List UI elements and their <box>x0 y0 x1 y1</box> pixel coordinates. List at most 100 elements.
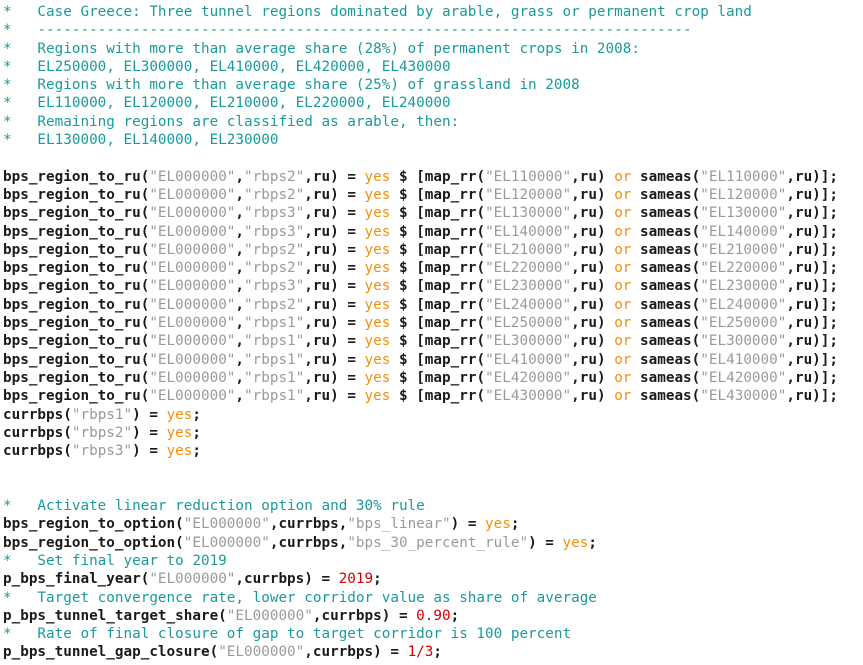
code-line[interactable]: * Remaining regions are classified as ar… <box>3 113 863 131</box>
code-line[interactable]: * EL250000, EL300000, EL410000, EL420000… <box>3 58 863 76</box>
token-ident: , <box>235 168 245 185</box>
token-ident: bps_region_to_ru( <box>3 223 150 240</box>
code-line[interactable]: bps_region_to_ru("EL000000","rbps2",ru) … <box>3 241 863 259</box>
token-ident: , <box>235 205 245 222</box>
token-ident: ; <box>588 534 597 551</box>
token-keyword: yes <box>364 241 391 258</box>
token-ident: sameas( <box>631 223 701 240</box>
token-ident: ,ru) <box>571 333 615 350</box>
code-line[interactable]: bps_region_to_ru("EL000000","rbps3",ru) … <box>3 223 863 241</box>
token-string: "EL000000" <box>183 534 270 551</box>
code-line[interactable]: currbps("rbps2") = yes; <box>3 424 863 442</box>
code-line[interactable]: bps_region_to_ru("EL000000","rbps3",ru) … <box>3 277 863 295</box>
code-line[interactable]: * Regions with more than average share (… <box>3 40 863 58</box>
token-ident: bps_region_to_ru( <box>3 168 150 185</box>
token-keyword: yes <box>166 406 193 423</box>
code-line[interactable]: bps_region_to_option("EL000000",currbps,… <box>3 534 863 552</box>
token-ident: ,ru) = <box>304 351 365 368</box>
token-ident: $ [map_rr( <box>390 278 486 295</box>
token-string: "EL000000" <box>218 644 305 661</box>
token-string: "EL420000" <box>700 369 787 386</box>
token-string: "EL000000" <box>149 571 236 588</box>
token-ident: $ [map_rr( <box>390 168 486 185</box>
token-ident: ,ru)]; <box>786 168 839 185</box>
code-line[interactable]: * EL110000, EL120000, EL210000, EL220000… <box>3 94 863 112</box>
token-keyword: yes <box>364 223 391 240</box>
code-line[interactable]: currbps("rbps1") = yes; <box>3 406 863 424</box>
code-line[interactable]: bps_region_to_ru("EL000000","rbps2",ru) … <box>3 259 863 277</box>
token-string: "EL130000" <box>700 205 787 222</box>
token-string: "EL430000" <box>485 388 572 405</box>
token-string: "EL000000" <box>149 168 236 185</box>
token-keyword: yes <box>364 168 391 185</box>
code-line-blank[interactable] <box>3 479 863 497</box>
code-line[interactable]: bps_region_to_ru("EL000000","rbps1",ru) … <box>3 387 863 405</box>
code-line[interactable]: p_bps_tunnel_target_share("EL000000",cur… <box>3 607 863 625</box>
code-editor-view[interactable]: * Case Greece: Three tunnel regions domi… <box>0 0 863 665</box>
token-keyword: yes <box>166 443 193 460</box>
token-keyword: yes <box>364 278 391 295</box>
code-line[interactable]: * Set final year to 2019 <box>3 552 863 570</box>
token-string: "rbps2" <box>244 241 305 258</box>
token-string: "rbps1" <box>244 315 305 332</box>
token-ident: , <box>235 388 245 405</box>
token-ident: ,ru)]; <box>786 388 839 405</box>
code-line[interactable]: bps_region_to_ru("EL000000","rbps2",ru) … <box>3 296 863 314</box>
code-line[interactable]: * --------------------------------------… <box>3 21 863 39</box>
code-line[interactable]: p_bps_tunnel_gap_closure("EL000000",curr… <box>3 643 863 661</box>
code-line[interactable]: * EL130000, EL140000, EL230000 <box>3 131 863 149</box>
token-keyword: or <box>614 168 632 185</box>
code-line[interactable]: bps_region_to_ru("EL000000","rbps1",ru) … <box>3 332 863 350</box>
token-keyword: or <box>614 241 632 258</box>
code-line[interactable]: * Target convergence rate, lower corrido… <box>3 589 863 607</box>
code-line[interactable]: * Rate of final closure of gap to target… <box>3 625 863 643</box>
token-keyword: yes <box>364 351 391 368</box>
code-line[interactable]: bps_region_to_ru("EL000000","rbps1",ru) … <box>3 369 863 387</box>
code-line-blank[interactable] <box>3 460 863 478</box>
code-line[interactable]: bps_region_to_option("EL000000",currbps,… <box>3 515 863 533</box>
code-line[interactable]: * Case Greece: Three tunnel regions domi… <box>3 3 863 21</box>
token-ident: sameas( <box>631 333 701 350</box>
code-line[interactable]: bps_region_to_ru("EL000000","rbps1",ru) … <box>3 314 863 332</box>
token-string: "EL000000" <box>149 241 236 258</box>
code-line[interactable]: bps_region_to_ru("EL000000","rbps2",ru) … <box>3 186 863 204</box>
token-ident: $ [map_rr( <box>390 351 486 368</box>
token-ident: , <box>235 369 245 386</box>
token-string: "EL250000" <box>700 315 787 332</box>
token-string: "EL000000" <box>149 351 236 368</box>
token-ident: bps_region_to_ru( <box>3 260 150 277</box>
token-ident: sameas( <box>631 351 701 368</box>
code-line[interactable]: * Activate linear reduction option and 3… <box>3 497 863 515</box>
token-ident: ,ru) = <box>304 333 365 350</box>
token-string: "EL000000" <box>149 260 236 277</box>
token-ident: ,ru) = <box>304 278 365 295</box>
token-ident: ,ru)]; <box>786 223 839 240</box>
code-line[interactable]: currbps("rbps3") = yes; <box>3 442 863 460</box>
code-line[interactable]: bps_region_to_ru("EL000000","rbps1",ru) … <box>3 351 863 369</box>
token-string: "EL110000" <box>485 168 572 185</box>
token-string: "EL410000" <box>485 351 572 368</box>
token-ident: ,ru) = <box>304 296 365 313</box>
token-ident: ,ru)]; <box>786 351 839 368</box>
token-ident: ,ru) <box>571 351 615 368</box>
token-keyword: yes <box>364 205 391 222</box>
token-ident: ; <box>192 424 202 441</box>
token-ident: sameas( <box>631 278 701 295</box>
token-ident: bps_region_to_ru( <box>3 315 150 332</box>
token-string: "EL120000" <box>700 186 787 203</box>
code-line[interactable]: bps_region_to_ru("EL000000","rbps3",ru) … <box>3 204 863 222</box>
code-line[interactable]: bps_region_to_ru("EL000000","rbps2",ru) … <box>3 168 863 186</box>
token-string: "EL220000" <box>700 260 787 277</box>
token-comment: * EL130000, EL140000, EL230000 <box>3 132 279 149</box>
code-line-blank[interactable] <box>3 149 863 167</box>
token-string: "rbps1" <box>244 369 305 386</box>
token-ident: ,currbps) = <box>304 644 408 661</box>
token-keyword: yes <box>364 260 391 277</box>
token-string: "EL000000" <box>149 223 236 240</box>
code-line[interactable]: * Regions with more than average share (… <box>3 76 863 94</box>
code-line[interactable]: p_bps_final_year("EL000000",currbps) = 2… <box>3 570 863 588</box>
token-ident: ) = <box>132 424 167 441</box>
token-ident: ; <box>192 443 202 460</box>
token-ident: $ [map_rr( <box>390 260 486 277</box>
token-string: "EL240000" <box>700 296 787 313</box>
